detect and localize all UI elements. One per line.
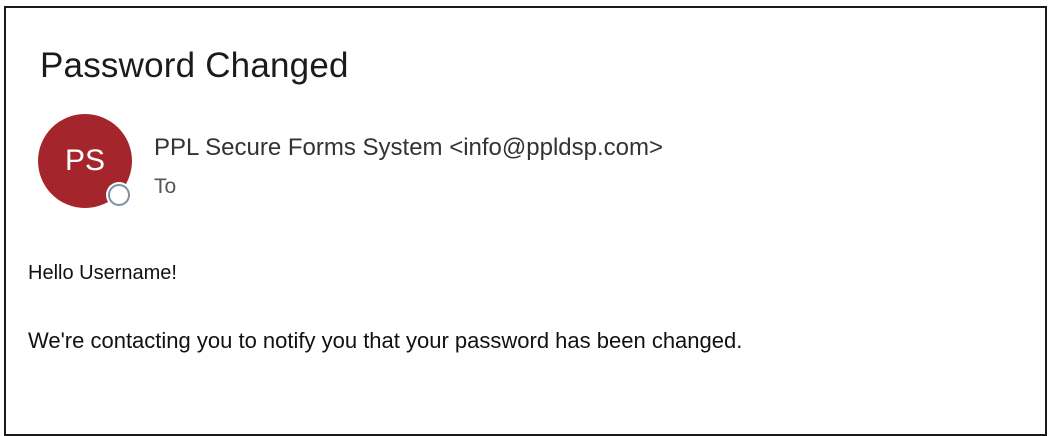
sender-avatar-container[interactable]: PS <box>38 114 134 210</box>
avatar-initials: PS <box>64 144 106 177</box>
email-greeting: Hello Username! <box>28 262 177 284</box>
sender-name[interactable]: PPL Secure Forms System <info@ppldsp.com… <box>154 134 663 162</box>
email-subject: Password Changed <box>40 46 349 85</box>
to-label: To <box>154 175 177 198</box>
presence-status-icon <box>108 184 130 206</box>
email-reading-pane: Password Changed PS PPL Secure Forms Sys… <box>4 6 1047 436</box>
email-body-text: We're contacting you to notify you that … <box>28 328 743 353</box>
